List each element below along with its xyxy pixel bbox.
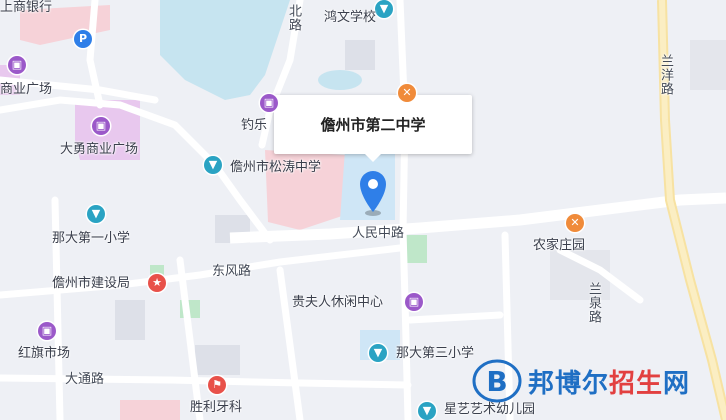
callout-title: 儋州市第二中学: [320, 116, 426, 134]
label-hongqi: 红旗市场: [18, 346, 71, 361]
watermark-part3: 网: [663, 368, 691, 399]
label-bei-road: 北路: [286, 4, 301, 32]
label-dongfeng-road: 东风路: [212, 264, 252, 279]
watermark: B 邦博尔招生网: [472, 355, 722, 407]
label-jianshe: 儋州市建设局: [52, 276, 131, 291]
shopping-bag-icon[interactable]: ▣: [8, 56, 26, 74]
label-songtao: 儋州市松涛中学: [230, 160, 322, 175]
watermark-part2: 招生: [609, 368, 664, 399]
label-bank: 上商银行: [0, 0, 53, 15]
shopping-bag-icon[interactable]: ▣: [38, 322, 56, 340]
fork-icon[interactable]: ✕: [566, 214, 584, 232]
label-shangye: 商业广场: [0, 82, 53, 97]
clinic-icon[interactable]: ⚑: [208, 376, 226, 394]
flag-icon[interactable]: ★: [148, 274, 166, 292]
label-shengli: 胜利牙科: [190, 400, 243, 415]
label-nada3: 那大第三小学: [396, 346, 475, 361]
svg-text:B: B: [486, 365, 507, 398]
label-diaole: 钓乐: [241, 118, 268, 133]
school-icon[interactable]: ▼: [369, 344, 387, 362]
label-lanyang-road: 兰洋路: [658, 54, 673, 96]
watermark-text: 邦博尔招生网: [528, 363, 690, 400]
label-nongjia: 农家庄园: [533, 238, 586, 253]
brand-logo-icon: B: [472, 359, 522, 403]
fork-icon[interactable]: ✕: [398, 84, 416, 102]
label-hongwen: 鸿文学校: [324, 10, 377, 25]
label-datong-road: 大通路: [65, 372, 105, 387]
label-dayong: 大勇商业广场: [60, 142, 139, 157]
shopping-bag-icon[interactable]: ▣: [92, 117, 110, 135]
school-icon[interactable]: ▼: [375, 0, 393, 18]
parking-icon[interactable]: P: [74, 30, 92, 48]
map-view[interactable]: 儋州市第二中学 P ▣ ▣ ▣ ▣ ▣ ▼ ▼ ▼ ▼ ▼ ✕ ✕ ★ ⚑ 上商…: [0, 0, 726, 420]
shopping-bag-icon[interactable]: ▣: [260, 94, 278, 112]
shopping-bag-icon[interactable]: ▣: [405, 293, 423, 311]
label-renmin-road: 人民中路: [352, 226, 405, 241]
place-callout[interactable]: 儋州市第二中学: [274, 95, 472, 162]
pond-area: [318, 70, 362, 90]
school-icon[interactable]: ▼: [418, 402, 436, 420]
watermark-part1: 邦博尔: [528, 368, 610, 399]
label-nada1: 那大第一小学: [52, 231, 131, 246]
label-guifuren: 贵夫人休闲中心: [292, 295, 384, 310]
school-icon[interactable]: ▼: [204, 156, 222, 174]
label-lanquan-road: 兰泉路: [586, 282, 601, 324]
school-icon[interactable]: ▼: [87, 205, 105, 223]
